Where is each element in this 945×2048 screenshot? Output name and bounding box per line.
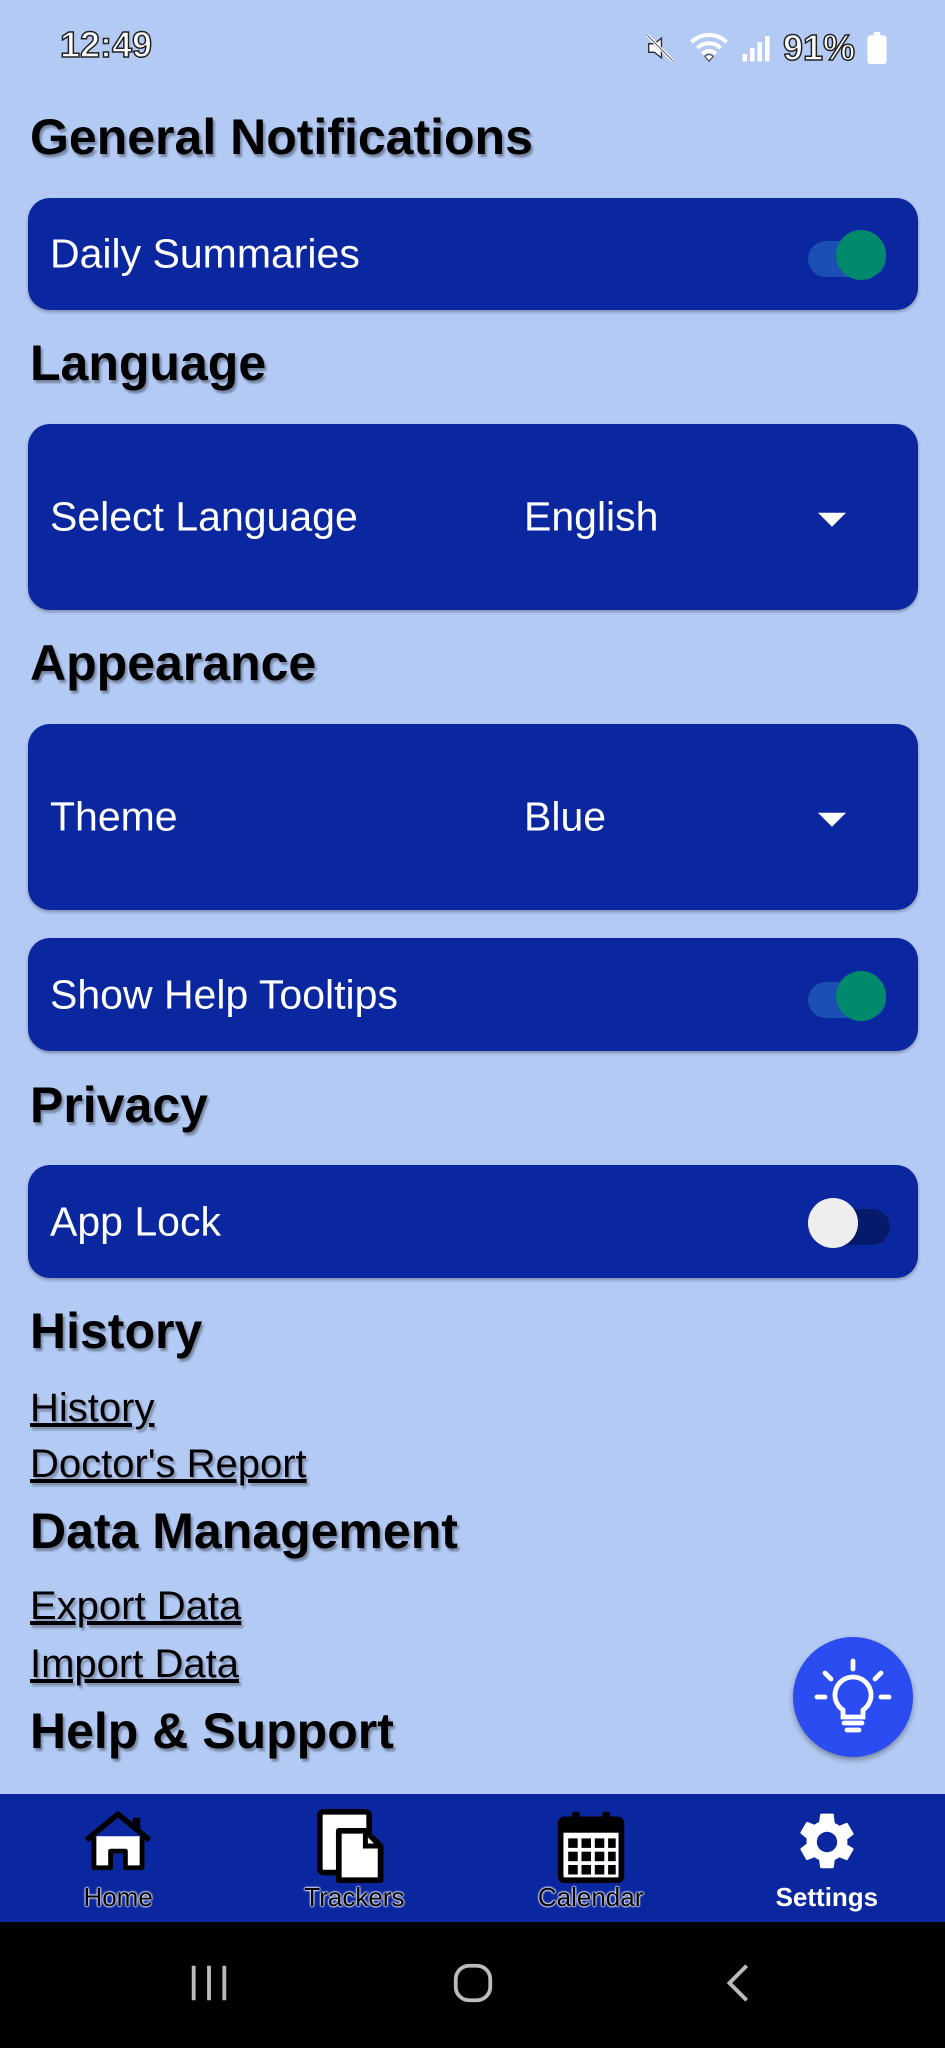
calendar-icon [557, 1811, 624, 1884]
theme-value: Blue [524, 793, 607, 840]
history-link[interactable]: History [30, 1386, 154, 1431]
help-tooltips-toggle[interactable] [804, 967, 890, 1023]
nav-trackers[interactable]: Trackers [236, 1794, 472, 1922]
battery-percent: 91% [782, 26, 856, 69]
home-button-icon[interactable] [450, 1960, 496, 2006]
bottom-nav: Home Trackers Calendar Settings [0, 1794, 945, 1922]
help-tooltips-row[interactable]: Show Help Tooltips [28, 938, 918, 1051]
export-data-link[interactable]: Export Data [30, 1584, 241, 1629]
language-select[interactable]: Select Language English [28, 424, 918, 610]
status-bar: 12:49 91% [0, 0, 945, 96]
status-icons: 91% [643, 26, 887, 70]
heading-language: Language [30, 335, 267, 391]
doctors-report-link[interactable]: Doctor's Report [30, 1442, 307, 1487]
heading-history: History [30, 1303, 203, 1359]
status-time: 12:49 [59, 23, 153, 66]
app-lock-label: App Lock [50, 1198, 221, 1244]
language-value: English [524, 493, 659, 540]
app-lock-row[interactable]: App Lock [28, 1165, 918, 1278]
nav-calendar-label: Calendar [537, 1882, 644, 1912]
daily-summaries-toggle[interactable] [804, 226, 890, 282]
nav-settings-label: Settings [775, 1882, 879, 1912]
nav-calendar[interactable]: Calendar [473, 1794, 709, 1922]
theme-label: Theme [50, 793, 178, 840]
wifi-icon [690, 33, 728, 63]
battery-icon [867, 32, 887, 64]
heading-help-support: Help & Support [30, 1703, 394, 1759]
app-lock-toggle[interactable] [808, 1194, 894, 1250]
heading-privacy: Privacy [30, 1077, 208, 1133]
system-nav-bar [0, 1922, 945, 2048]
nav-home-label: Home [83, 1882, 153, 1912]
import-data-link[interactable]: Import Data [30, 1642, 239, 1687]
tips-fab-button[interactable] [793, 1637, 913, 1757]
lightbulb-icon [814, 1658, 892, 1733]
select-language-label: Select Language [50, 493, 358, 540]
signal-icon [742, 36, 770, 62]
daily-summaries-label: Daily Summaries [50, 230, 360, 277]
nav-home[interactable]: Home [0, 1794, 236, 1922]
mute-icon [646, 34, 674, 62]
nav-settings[interactable]: Settings [709, 1794, 945, 1922]
nav-trackers-label: Trackers [304, 1882, 405, 1912]
heading-appearance: Appearance [30, 635, 317, 691]
daily-summaries-row[interactable]: Daily Summaries [28, 198, 918, 310]
home-icon [84, 1811, 152, 1871]
dropdown-arrow-icon [818, 512, 846, 527]
heading-general-notifications: General Notifications [30, 109, 533, 165]
gear-icon [800, 1813, 854, 1869]
dropdown-arrow-icon [818, 812, 846, 827]
heading-data-management: Data Management [30, 1503, 458, 1559]
recent-apps-icon[interactable] [186, 1960, 232, 2006]
theme-select[interactable]: Theme Blue [28, 724, 918, 910]
trackers-icon [317, 1808, 384, 1884]
help-tooltips-label: Show Help Tooltips [50, 971, 398, 1017]
back-icon[interactable] [716, 1960, 762, 2006]
